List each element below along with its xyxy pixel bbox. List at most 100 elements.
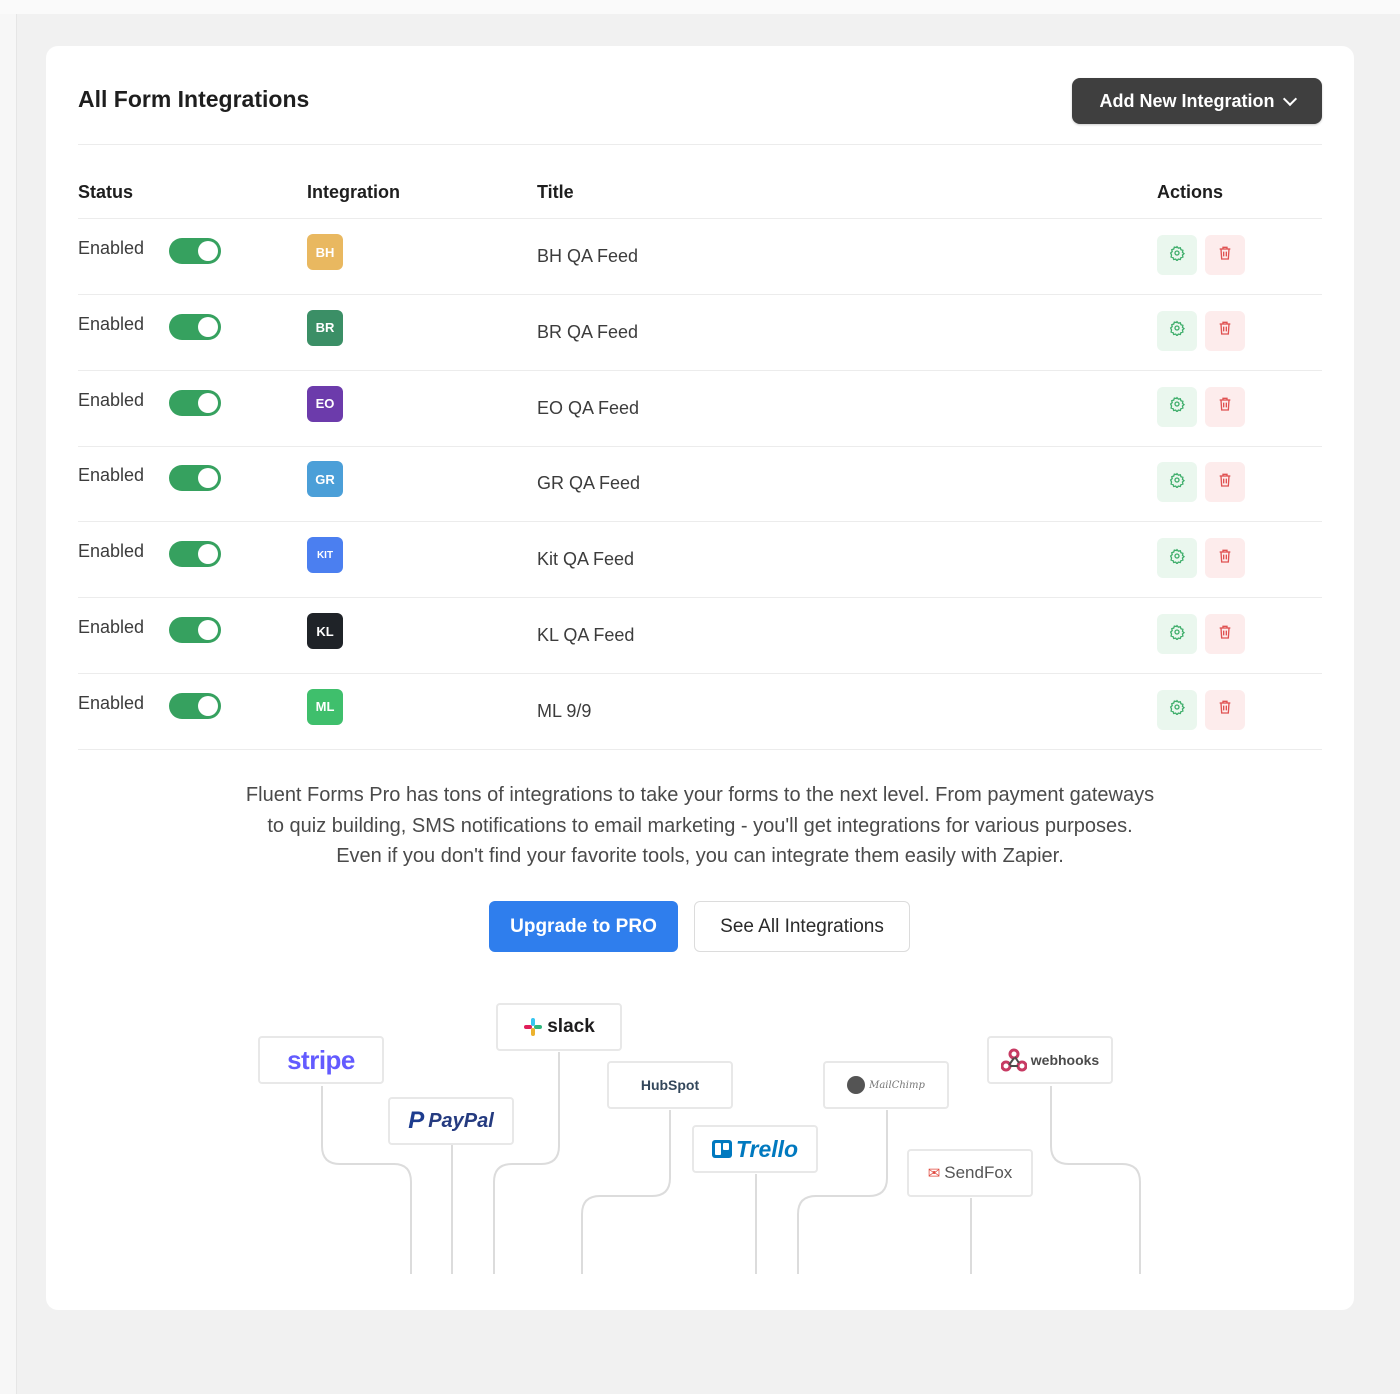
integration-badge: ML [307,688,343,725]
feed-title: EO QA Feed [537,397,640,418]
promo-text: Fluent Forms Pro has tons of integration… [46,780,1354,872]
slack-logo: slack [496,1003,622,1051]
feed-title: GR QA Feed [537,473,641,494]
delete-button[interactable] [1205,538,1245,579]
trash-icon [1217,699,1233,720]
delete-button[interactable] [1205,235,1245,275]
paypal-logo: P PayPal [388,1097,514,1145]
trello-logo-text: Trello [735,1135,799,1162]
table-row: Enabled KL KL QA Feed [78,598,1322,674]
integrations-card: All Form Integrations Add New Integratio… [46,46,1354,1310]
sendfox-logo: ✉ SendFox [907,1149,1033,1197]
stripe-logo: stripe [258,1036,384,1084]
column-actions: Actions [1157,182,1224,202]
status-text: Enabled [78,465,145,486]
hubspot-logo-text: HubSpot [640,1077,700,1093]
left-sidebar-edge [0,14,17,1394]
status-toggle[interactable] [169,389,221,416]
integration-badge: BH [307,234,343,270]
status-toggle[interactable] [169,692,221,719]
table-row: Enabled GR GR QA Feed [78,446,1322,523]
column-title: Title [537,182,574,202]
delete-button[interactable] [1205,689,1245,730]
stripe-logo-text: stripe [287,1044,355,1075]
gear-icon [1169,245,1186,266]
integration-badge: KIT [307,537,343,574]
trash-icon [1217,548,1233,569]
table-header: Status Integration Title Actions [78,170,1322,219]
column-status: Status [78,182,134,202]
integration-badge: BR [307,309,343,346]
mailchimp-icon [847,1076,866,1094]
table-row: Enabled ML ML 9/9 [78,674,1322,750]
mailchimp-logo: MailChimp [823,1061,949,1109]
delete-button[interactable] [1205,462,1245,503]
feed-title: BH QA Feed [537,246,639,266]
trash-icon [1217,624,1233,645]
trash-icon [1217,320,1233,341]
settings-button[interactable] [1157,386,1197,427]
integration-badge: GR [307,461,343,498]
status-text: Enabled [78,389,145,410]
status-toggle[interactable] [169,238,221,264]
slack-logo-text: slack [547,1016,595,1037]
sendfox-icon: ✉ [927,1165,941,1182]
table-row: Enabled KIT Kit QA Feed [78,522,1322,599]
status-text: Enabled [78,238,145,258]
trash-icon [1217,396,1233,417]
promo-line: Fluent Forms Pro has tons of integration… [245,784,1155,806]
gear-icon [1169,699,1186,720]
trello-logo: Trello [692,1125,818,1173]
trello-icon [711,1140,732,1158]
paypal-logo-text: PayPal [428,1109,494,1132]
sendfox-logo-text: SendFox [944,1163,1013,1182]
gear-icon [1169,396,1186,417]
feed-title: Kit QA Feed [537,549,635,570]
top-strip [0,0,1400,14]
integration-badge: KL [307,613,343,649]
status-toggle[interactable] [169,541,221,568]
mailchimp-logo-text: MailChimp [869,1079,925,1091]
feed-title: KL QA Feed [537,625,635,645]
integration-badge: EO [307,385,343,422]
column-integration: Integration [307,182,400,202]
upgrade-to-pro-button[interactable]: Upgrade to PRO [489,901,678,952]
settings-button[interactable] [1157,689,1197,730]
status-text: Enabled [78,313,145,334]
chevron-down-icon [1282,91,1297,106]
settings-button[interactable] [1157,235,1197,275]
delete-button[interactable] [1205,614,1245,654]
delete-button[interactable] [1205,310,1245,351]
table-row: Enabled EO EO QA Feed [78,371,1322,447]
page-title: All Form Integrations [78,86,310,112]
table-row: Enabled BH BH QA Feed [78,219,1322,295]
status-text: Enabled [78,541,145,562]
webhooks-logo: webhooks [987,1036,1113,1084]
gear-icon [1169,548,1186,569]
settings-button[interactable] [1157,310,1197,351]
settings-button[interactable] [1157,538,1197,579]
settings-button[interactable] [1157,462,1197,503]
status-text: Enabled [78,692,145,713]
gear-icon [1169,472,1186,493]
trash-icon [1217,472,1233,493]
hubspot-logo: HubSpot [607,1061,733,1109]
see-all-integrations-button[interactable]: See All Integrations [694,901,910,952]
trash-icon [1217,245,1233,266]
webhooks-logo-text: webhooks [1030,1052,1100,1068]
paypal-icon: P [408,1107,425,1134]
promo-line: to quiz building, SMS notifications to e… [267,814,1133,837]
delete-button[interactable] [1205,386,1245,427]
gear-icon [1169,320,1186,341]
add-new-integration-label: Add New Integration [1099,90,1275,111]
add-new-integration-button[interactable]: Add New Integration [1072,78,1322,124]
gear-icon [1169,624,1186,645]
slack-icon [524,1018,543,1036]
status-toggle[interactable] [169,465,221,492]
feed-title: ML 9/9 [537,700,592,721]
promo-line: Even if you don't find your favorite too… [336,845,1064,867]
table-row: Enabled BR BR QA Feed [78,295,1322,371]
status-toggle[interactable] [169,313,221,340]
status-toggle[interactable] [169,617,221,643]
settings-button[interactable] [1157,614,1197,654]
